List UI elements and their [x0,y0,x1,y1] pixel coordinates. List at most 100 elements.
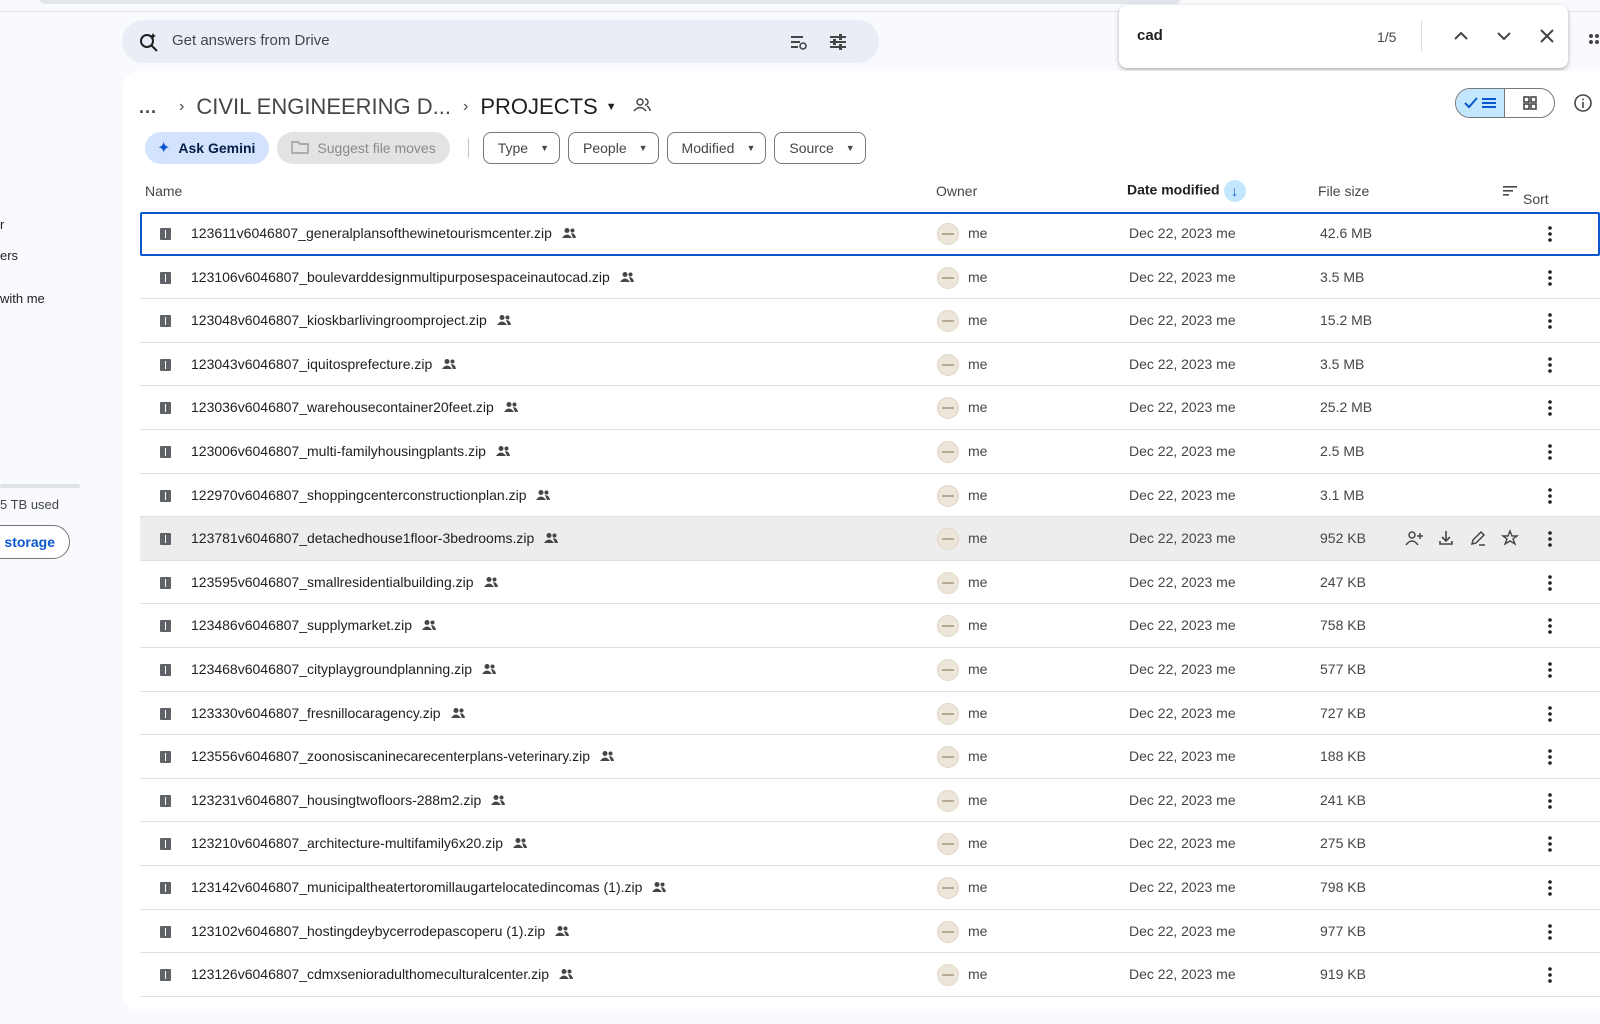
more-actions-icon[interactable] [1540,269,1560,287]
more-actions-icon[interactable] [1540,487,1560,505]
find-previous-icon[interactable] [1450,25,1472,47]
search-bar[interactable] [122,20,879,63]
more-actions-icon[interactable] [1540,705,1560,723]
file-name[interactable]: 123006v6046807_multi-familyhousingplants… [191,443,510,460]
download-icon[interactable] [1437,529,1455,550]
breadcrumb-overflow[interactable]: ... [139,97,167,118]
source-filter[interactable]: Source ▼ [774,132,866,164]
more-actions-icon[interactable] [1540,879,1560,897]
breadcrumb-current[interactable]: PROJECTS [480,94,597,120]
find-query-input[interactable]: cad [1137,27,1163,44]
breadcrumb-parent[interactable]: CIVIL ENGINEERING D... [196,94,451,120]
file-name[interactable]: 123210v6046807_architecture-multifamily6… [191,835,528,852]
more-actions-icon[interactable] [1540,748,1560,766]
filter-tune-icon[interactable] [828,32,848,57]
more-actions-icon[interactable] [1540,443,1560,461]
zip-file-icon [160,576,171,589]
caret-down-icon: ▼ [845,143,855,153]
more-actions-icon[interactable] [1540,312,1560,330]
table-row[interactable]: 123036v6046807_warehousecontainer20feet.… [140,386,1600,430]
name-column-header[interactable]: Name [145,183,182,199]
table-row[interactable]: 123142v6046807_municipaltheatertoromilla… [140,866,1600,910]
search-options-icon[interactable] [788,32,808,57]
file-name[interactable]: 123048v6046807_kioskbarlivingroomproject… [191,312,511,329]
sidebar-item-computers[interactable]: ers [0,248,18,263]
info-icon[interactable] [1573,93,1593,118]
table-row[interactable]: 123210v6046807_architecture-multifamily6… [140,822,1600,866]
table-row[interactable]: 123556v6046807_zoonosiscaninecarecenterp… [140,735,1600,779]
table-row[interactable]: 123006v6046807_multi-familyhousingplants… [140,430,1600,474]
share-icon[interactable] [1405,529,1423,550]
table-row[interactable]: 123048v6046807_kioskbarlivingroomproject… [140,299,1600,343]
owner-cell: me [968,268,988,285]
table-row[interactable]: 122970v6046807_shoppingcenterconstructio… [140,474,1600,518]
more-actions-icon[interactable] [1540,661,1560,679]
more-actions-icon[interactable] [1540,966,1560,984]
owner-cell: me [968,486,988,503]
file-name[interactable]: 123330v6046807_fresnillocaragency.zip [191,705,465,722]
sort-descending-icon[interactable]: ↓ [1223,180,1246,202]
avatar [937,964,959,987]
table-row[interactable]: 123468v6046807_cityplaygroundplanning.zi… [140,648,1600,692]
grid-view-button[interactable] [1505,89,1554,117]
list-icon [1482,98,1496,108]
file-name[interactable]: 123595v6046807_smallresidentialbuilding.… [191,574,498,591]
file-name[interactable]: 123468v6046807_cityplaygroundplanning.zi… [191,661,497,678]
table-row[interactable]: 123106v6046807_boulevarddesignmultipurpo… [140,256,1600,300]
sort-button[interactable]: Sort [1503,183,1549,207]
sidebar-item-partial[interactable]: r [0,217,4,232]
table-row[interactable]: 123330v6046807_fresnillocaragency.zip me D… [140,692,1600,736]
get-more-storage-button[interactable]: storage [0,525,70,559]
more-actions-icon[interactable] [1540,835,1560,853]
more-actions-icon[interactable] [1540,399,1560,417]
table-row[interactable]: 123486v6046807_supplymarket.zip me Dec 22,… [140,604,1600,648]
table-row[interactable]: 123126v6046807_cdmxsenioradulthomecultur… [140,953,1600,997]
list-view-button[interactable] [1456,89,1506,117]
find-close-icon[interactable] [1536,25,1558,47]
more-actions-icon[interactable] [1540,225,1560,243]
owner-column-header[interactable]: Owner [936,183,977,199]
people-filter[interactable]: People ▼ [568,132,659,164]
rename-icon[interactable] [1469,529,1487,550]
sidebar-item-shared-with-me[interactable]: with me [0,291,45,306]
file-name[interactable]: 123611v6046807_generalplansofthewinetour… [191,225,576,242]
more-actions-icon[interactable] [1540,356,1560,374]
file-name[interactable]: 123043v6046807_iquitosprefecture.zip [191,356,457,373]
date-modified-column-header[interactable]: Date modified ↓ [1127,180,1246,202]
table-row[interactable]: 123611v6046807_generalplansofthewinetour… [140,212,1600,256]
avatar [937,353,959,376]
file-name[interactable]: 123102v6046807_hostingdeybycerrodepascop… [191,923,570,940]
file-name[interactable]: 123486v6046807_supplymarket.zip [191,617,437,634]
modified-filter[interactable]: Modified ▼ [666,132,767,164]
star-icon[interactable] [1500,529,1520,550]
table-row[interactable]: 123043v6046807_iquitosprefecture.zip me De… [140,343,1600,387]
table-row[interactable]: 123595v6046807_smallresidentialbuilding.… [140,561,1600,605]
more-actions-icon[interactable] [1540,574,1560,592]
ask-gemini-button[interactable]: ✦ Ask Gemini [145,132,270,164]
avatar [937,310,959,333]
avatar [937,746,959,769]
table-row[interactable]: 123102v6046807_hostingdeybycerrodepascop… [140,910,1600,954]
avatar [937,658,959,681]
caret-down-icon[interactable]: ▼ [606,101,617,113]
file-name[interactable]: 123126v6046807_cdmxsenioradulthomecultur… [191,966,574,983]
table-row[interactable]: 123781v6046807_detachedhouse1floor-3bedr… [140,517,1600,561]
file-name[interactable]: 123556v6046807_zoonosiscaninecarecenterp… [191,748,615,765]
apps-grid-icon[interactable] [1588,33,1600,54]
find-next-icon[interactable] [1493,25,1515,47]
more-actions-icon[interactable] [1540,617,1560,635]
file-name[interactable]: 122970v6046807_shoppingcenterconstructio… [191,487,551,504]
file-size-column-header[interactable]: File size [1318,183,1369,199]
table-row[interactable]: 123231v6046807_housingtwofloors-288m2.zi… [140,779,1600,823]
type-filter[interactable]: Type ▼ [482,132,561,164]
file-name[interactable]: 123036v6046807_warehousecontainer20feet.… [191,399,518,416]
more-actions-icon[interactable] [1540,530,1560,548]
search-input[interactable] [172,32,732,49]
file-name[interactable]: 123106v6046807_boulevarddesignmultipurpo… [191,269,634,286]
file-name[interactable]: 123231v6046807_housingtwofloors-288m2.zi… [191,792,506,809]
more-actions-icon[interactable] [1540,923,1560,941]
find-match-count: 1/5 [1377,29,1397,45]
more-actions-icon[interactable] [1540,792,1560,810]
file-name[interactable]: 123781v6046807_detachedhouse1floor-3bedr… [191,530,559,547]
file-name[interactable]: 123142v6046807_municipaltheatertoromilla… [191,879,667,896]
